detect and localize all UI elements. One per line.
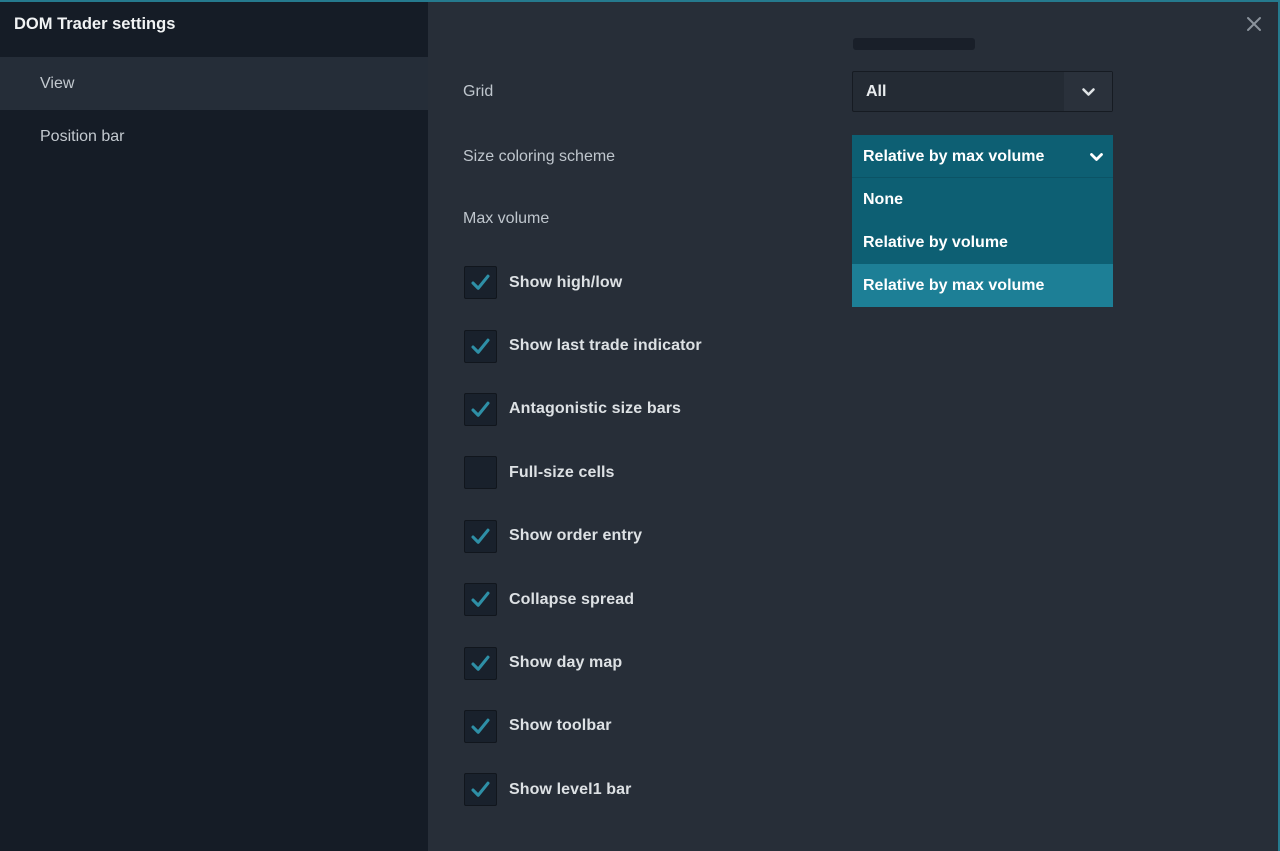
check-icon: [469, 652, 492, 675]
checkbox-row-show-toolbar[interactable]: Show toolbar: [464, 695, 702, 758]
clipped-element-bar: [853, 38, 975, 50]
checkbox-row-show-last-trade-indicator[interactable]: Show last trade indicator: [464, 314, 702, 377]
checkbox-label: Antagonistic size bars: [509, 400, 681, 418]
checkbox-checked[interactable]: [464, 393, 497, 426]
dom-trader-settings-dialog: DOM Trader settings ViewPosition bar Gri…: [0, 0, 1280, 851]
checkbox-row-show-level1-bar[interactable]: Show level1 bar: [464, 758, 702, 821]
checkbox-checked[interactable]: [464, 266, 497, 299]
check-icon: [469, 398, 492, 421]
close-button[interactable]: [1241, 11, 1267, 37]
max-volume-label: Max volume: [463, 198, 549, 239]
size-coloring-select-value: Relative by max volume: [863, 148, 1087, 166]
checkbox-label: Collapse spread: [509, 591, 634, 609]
dropdown-option-none[interactable]: None: [852, 178, 1113, 221]
sidebar-item-position-bar[interactable]: Position bar: [0, 110, 428, 163]
checkbox-checked[interactable]: [464, 520, 497, 553]
check-icon: [469, 525, 492, 548]
checkbox-row-show-order-entry[interactable]: Show order entry: [464, 505, 702, 568]
check-icon: [469, 271, 492, 294]
checkbox-checked[interactable]: [464, 583, 497, 616]
check-icon: [469, 335, 492, 358]
sidebar: DOM Trader settings ViewPosition bar: [0, 2, 428, 851]
grid-select[interactable]: All: [852, 71, 1113, 112]
size-coloring-options: NoneRelative by volumeRelative by max vo…: [852, 178, 1113, 307]
sidebar-item-view[interactable]: View: [0, 57, 428, 110]
checkbox-row-full-size-cells[interactable]: Full-size cells: [464, 441, 702, 504]
close-icon: [1243, 13, 1265, 35]
checkbox-checked[interactable]: [464, 330, 497, 363]
checkbox-label: Show high/low: [509, 274, 622, 292]
checkbox-checked[interactable]: [464, 710, 497, 743]
checkbox-row-antagonistic-size-bars[interactable]: Antagonistic size bars: [464, 378, 702, 441]
checkbox-row-collapse-spread[interactable]: Collapse spread: [464, 568, 702, 631]
checkbox-checked[interactable]: [464, 773, 497, 806]
checkbox-label: Show last trade indicator: [509, 337, 702, 355]
size-coloring-scheme-label: Size coloring scheme: [463, 135, 615, 178]
checkbox-label: Show order entry: [509, 527, 642, 545]
check-icon: [469, 588, 492, 611]
checkbox-label: Show day map: [509, 654, 622, 672]
check-icon: [469, 715, 492, 738]
check-icon: [469, 778, 492, 801]
grid-select-value: All: [866, 83, 886, 101]
checkbox-row-show-high-low[interactable]: Show high/low: [464, 251, 702, 314]
size-coloring-dropdown-open: Relative by max volume NoneRelative by v…: [852, 135, 1113, 307]
dropdown-option-relative-by-volume[interactable]: Relative by volume: [852, 221, 1113, 264]
checkbox-label: Show toolbar: [509, 717, 612, 735]
dropdown-option-relative-by-max-volume[interactable]: Relative by max volume: [852, 264, 1113, 307]
chevron-down-icon: [1089, 152, 1104, 162]
size-coloring-select[interactable]: Relative by max volume: [852, 135, 1113, 178]
sidebar-nav: ViewPosition bar: [0, 57, 428, 163]
checkbox-unchecked[interactable]: [464, 456, 497, 489]
dialog-title: DOM Trader settings: [0, 2, 428, 46]
checkbox-list: Show high/low Show last trade indicator An…: [464, 251, 702, 822]
grid-label: Grid: [463, 71, 493, 112]
checkbox-row-show-day-map[interactable]: Show day map: [464, 631, 702, 694]
checkbox-checked[interactable]: [464, 647, 497, 680]
chevron-down-icon: [1064, 72, 1112, 111]
checkbox-label: Show level1 bar: [509, 781, 631, 799]
checkbox-label: Full-size cells: [509, 464, 615, 482]
